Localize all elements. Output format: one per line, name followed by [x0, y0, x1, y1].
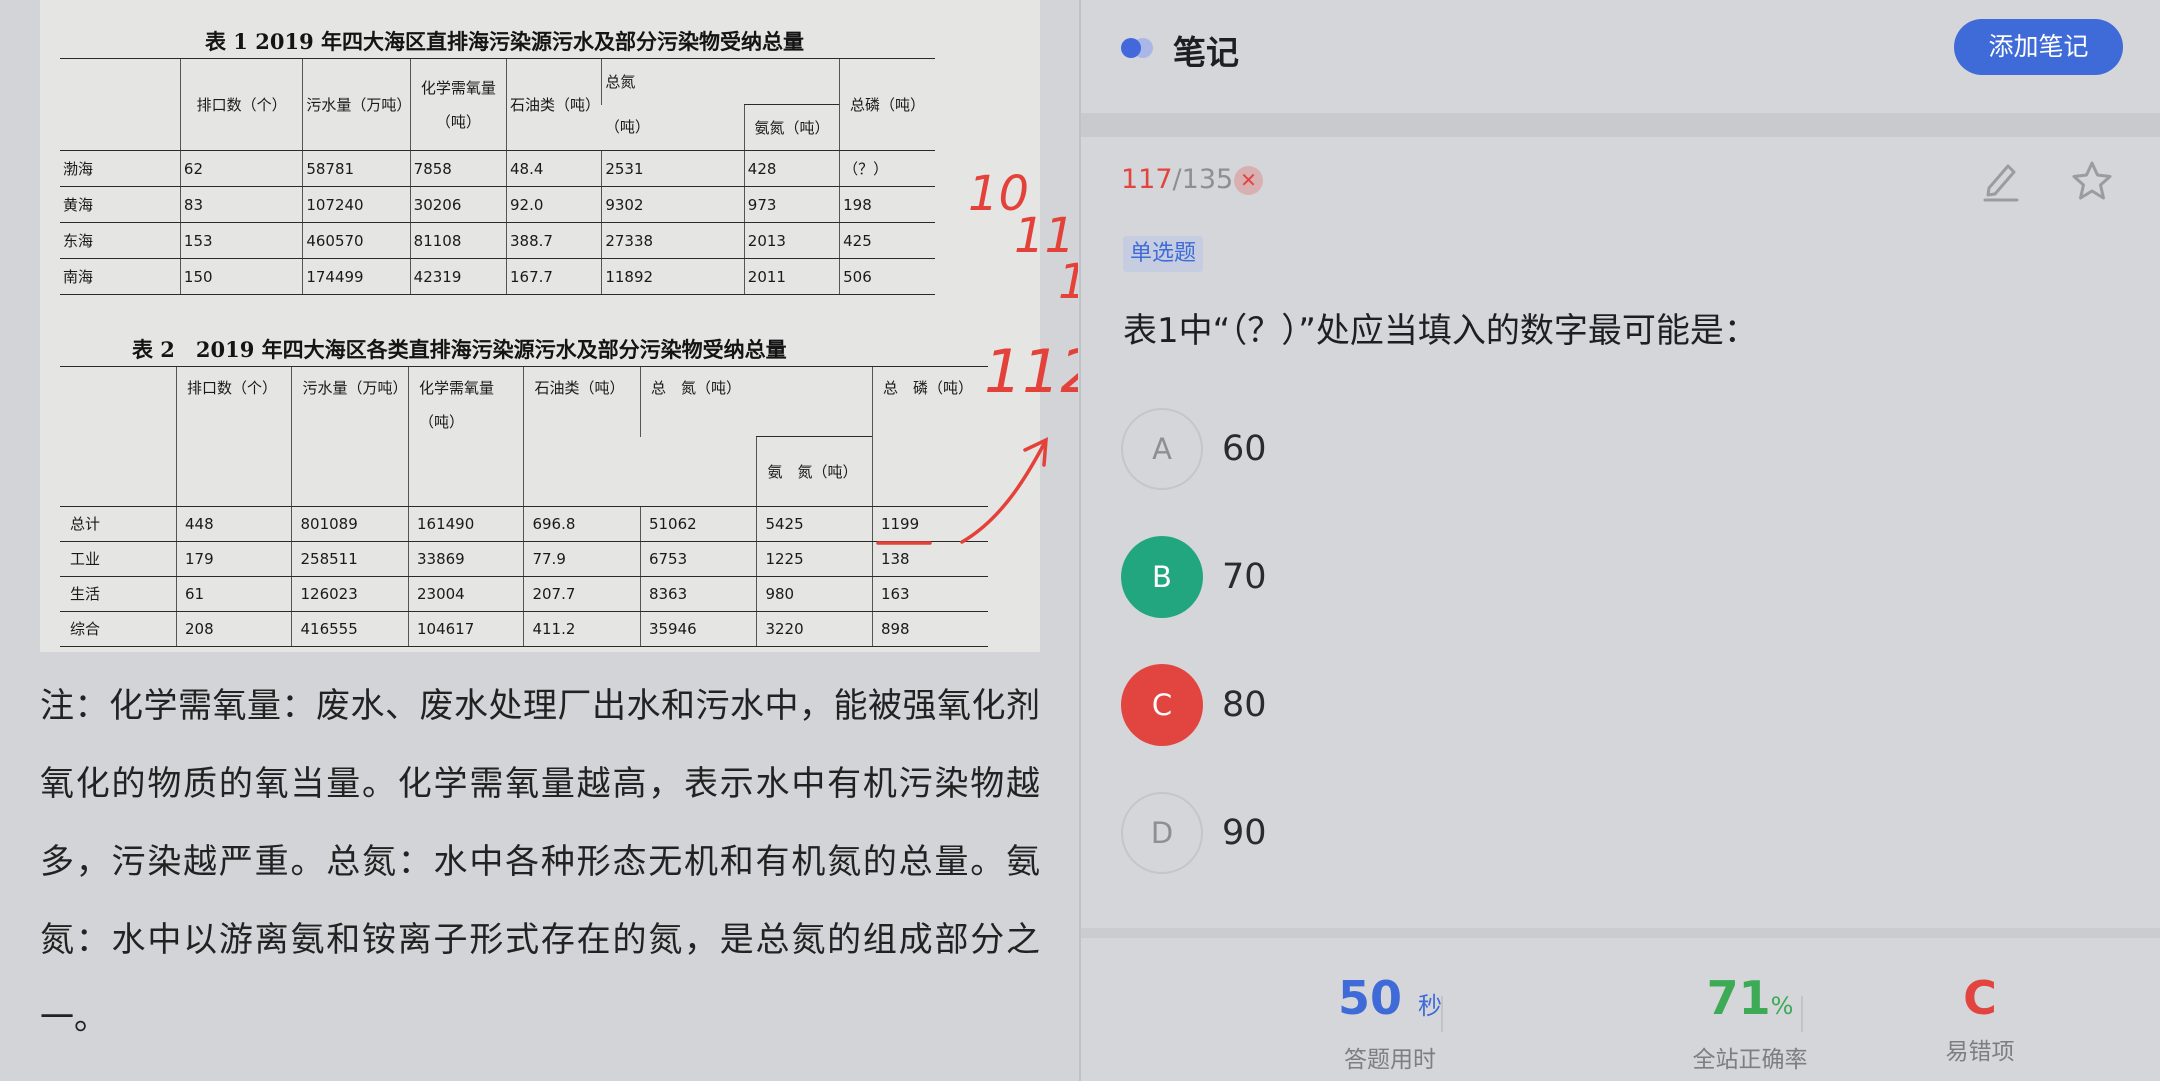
option-a-letter: A [1121, 408, 1203, 490]
option-c-value: 80 [1222, 685, 1267, 725]
t1-header-tp: 总磷（吨） [839, 58, 935, 151]
table1: 排口数（个） 污水量（万吨） 化学需氧量（吨） 石油类（吨） 总氮 总磷（吨） … [60, 58, 935, 295]
answer-pane: 笔记 添加笔记 117/135 ✕ 单选题 表1中“（？）”处应当填入的数字最可… [1079, 0, 2160, 1081]
notes-logo-icon [1121, 38, 1155, 58]
section-divider [1081, 113, 2160, 137]
option-c-letter: C [1121, 664, 1203, 746]
t1-header-ammonia: 氨氮（吨） [743, 104, 840, 151]
t2-header-tn: 总 氮（吨） [639, 366, 873, 437]
t2-header-outlets: 排口数（个） [175, 366, 292, 507]
table-row: 渤海 62 58781 7858 48.4 2531 428 （？） [60, 150, 935, 187]
table2: 排口数（个） 污水量（万吨） 化学需氧量（吨） 石油类（吨） 总 氮（吨） 总 … [60, 366, 988, 647]
handwriting-3: 19 [1058, 254, 1078, 310]
wrong-icon: ✕ [1234, 166, 1263, 195]
stat-common-wrong: C 易错项 [1945, 971, 2015, 1065]
star-icon[interactable] [2070, 159, 2114, 203]
question-counter: 117/135 [1121, 164, 1234, 195]
option-b-letter: B [1121, 536, 1203, 618]
t2-header-tp: 总 磷（吨） [871, 366, 988, 507]
t2-header-ammonia: 氨 氮（吨） [756, 436, 873, 507]
t1-header-oil: 石油类（吨） [505, 58, 602, 151]
note-text: 注：化学需氧量：废水、废水处理厂出水和污水中，能被强氧化剂氧化的物质的氧当量。化… [40, 686, 1040, 1038]
question-text: 表1中“（？）”处应当填入的数字最可能是： [1123, 311, 1758, 351]
t2-header-sewage: 污水量（万吨） [291, 366, 409, 507]
table-row: 东海 153 460570 81108 388.7 27338 2013 425 [60, 222, 935, 259]
table-row: 生活 61 126023 23004 207.7 8363 980 163 [60, 576, 988, 612]
option-d-letter: D [1121, 792, 1203, 874]
edit-icon[interactable] [1981, 158, 2021, 202]
t2-header-cod: 化学需氧量（吨） [407, 366, 524, 507]
table1-title: 表 1 2019 年四大海区直排海污染源污水及部分污染物受纳总量 [205, 29, 804, 54]
stat-accuracy: 71% 全站正确率 [1692, 971, 1808, 1073]
option-a[interactable]: A 60 [1121, 408, 1621, 490]
table-row: 南海 150 174499 42319 167.7 11892 2011 506 [60, 258, 935, 295]
table-row: 黄海 83 107240 30206 92.0 9302 973 198 [60, 186, 935, 223]
table-image: 表 1 2019 年四大海区直排海污染源污水及部分污染物受纳总量 排口数（个） … [40, 0, 1040, 652]
add-note-button[interactable]: 添加笔记 [1954, 19, 2123, 75]
table-row: 总计 448 801089 161490 696.8 51062 5425 1199 [60, 506, 988, 542]
table2-title: 表 2 2019 年四大海区各类直排海污染源污水及部分污染物受纳总量 [132, 337, 787, 362]
stat-time: 50 秒 答题用时 [1337, 971, 1443, 1073]
t2-header-oil: 石油类（吨） [523, 366, 641, 507]
question-type-badge: 单选题 [1123, 236, 1204, 272]
t1-header-tn: 总氮 [601, 58, 840, 105]
option-d-value: 90 [1222, 813, 1267, 853]
option-a-value: 60 [1222, 429, 1267, 469]
option-d[interactable]: D 90 [1121, 792, 1621, 874]
t1-header-outlets: 排口数（个） [179, 58, 303, 151]
stats-divider [1081, 928, 2160, 938]
notes-header: 笔记 添加笔记 [1081, 0, 2160, 113]
notes-title: 笔记 [1173, 33, 1239, 72]
table-row: 综合 208 416555 104617 411.2 35946 3220 898 [60, 611, 988, 647]
table-row: 工业 179 258511 33869 77.9 6753 1225 138 [60, 541, 988, 577]
option-b[interactable]: B 70 [1121, 536, 1621, 618]
option-c[interactable]: C 80 [1121, 664, 1621, 746]
t1-header-tn-unit: （吨） [601, 104, 745, 151]
question-material-pane: 表 1 2019 年四大海区直排海污染源污水及部分污染物受纳总量 排口数（个） … [0, 0, 1078, 1081]
option-b-value: 70 [1222, 557, 1267, 597]
stats-bar: 50 秒 答题用时 71% 全站正确率 C 易错项 [1081, 938, 2160, 1081]
t1-header-sewage: 污水量（万吨） [302, 58, 411, 151]
t1-header-cod: 化学需氧量（吨） [409, 58, 507, 151]
